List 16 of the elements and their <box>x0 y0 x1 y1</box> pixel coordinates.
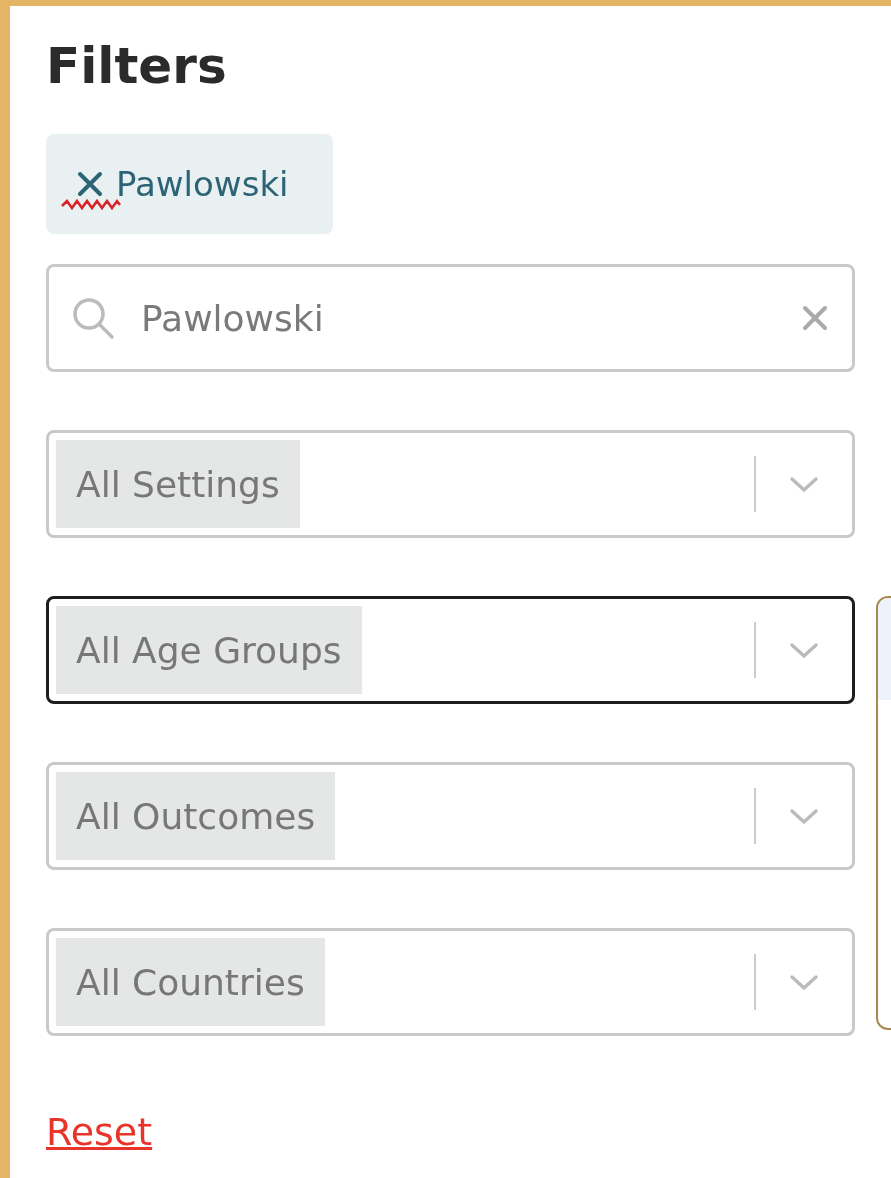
dropdown-select[interactable]: All Settings <box>46 430 855 538</box>
reset-link[interactable]: Reset <box>46 1110 153 1154</box>
clear-icon[interactable] <box>800 303 830 333</box>
filter-chip[interactable]: Pawlowski <box>46 134 333 234</box>
select-value: All Age Groups <box>56 606 362 694</box>
select-value: All Countries <box>56 938 325 1026</box>
dropdown-select[interactable]: All Outcomes <box>46 762 855 870</box>
select-value: All Outcomes <box>56 772 336 860</box>
close-icon <box>76 170 104 198</box>
dropdown-select[interactable]: All Age Groups <box>46 596 855 704</box>
search-field[interactable]: Pawlowski <box>46 264 855 372</box>
select-value: All Settings <box>56 440 300 528</box>
filters-heading: Filters <box>46 36 228 97</box>
search-icon <box>71 296 115 340</box>
search-input[interactable]: Pawlowski <box>139 296 776 340</box>
dropdown-select[interactable]: All Countries <box>46 928 855 1036</box>
